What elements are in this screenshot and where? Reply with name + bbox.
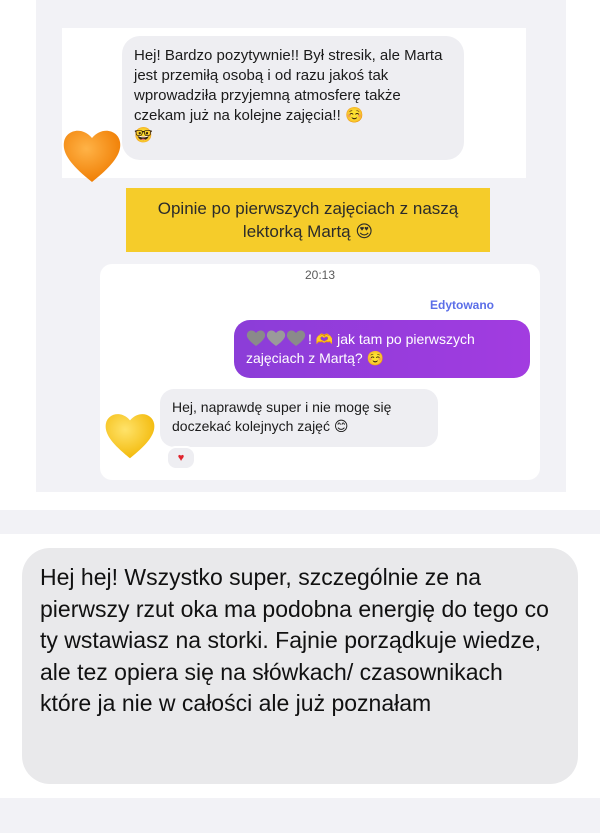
headline-banner: Opinie po pierwszych zajęciach z naszą l…	[126, 188, 490, 252]
gray-hearts-icon	[246, 329, 306, 347]
large-message-bubble: Hej hej! Wszystko super, szczególnie ze …	[22, 548, 578, 784]
reply-text: Hej, naprawdę super i nie mogę się docze…	[172, 399, 392, 434]
outgoing-message-bubble: ! 🫶 jak tam po pierwszych zajęciach z Ma…	[234, 320, 530, 378]
section-divider	[0, 510, 600, 534]
incoming-reply-bubble: Hej, naprawdę super i nie mogę się docze…	[160, 389, 438, 447]
incoming-message-bubble: Hej! Bardzo pozytywnie!! Był stresik, al…	[122, 36, 464, 160]
large-message-text: Hej hej! Wszystko super, szczególnie ze …	[40, 564, 549, 716]
orange-heart-icon	[62, 126, 122, 184]
bottom-divider	[0, 798, 600, 833]
edited-label: Edytowano	[430, 298, 495, 312]
reaction-glyph: ♥	[177, 452, 185, 464]
nerd-face-emoji: 🤓	[134, 127, 153, 144]
message-timestamp: 20:13	[304, 268, 336, 282]
message-text: Hej! Bardzo pozytywnie!! Był stresik, al…	[134, 47, 443, 124]
yellow-heart-icon	[104, 410, 156, 460]
banner-text: Opinie po pierwszych zajęciach z naszą l…	[157, 199, 459, 241]
outgoing-prefix: !	[308, 331, 312, 347]
heart-reaction-icon[interactable]: ♥	[166, 446, 196, 470]
